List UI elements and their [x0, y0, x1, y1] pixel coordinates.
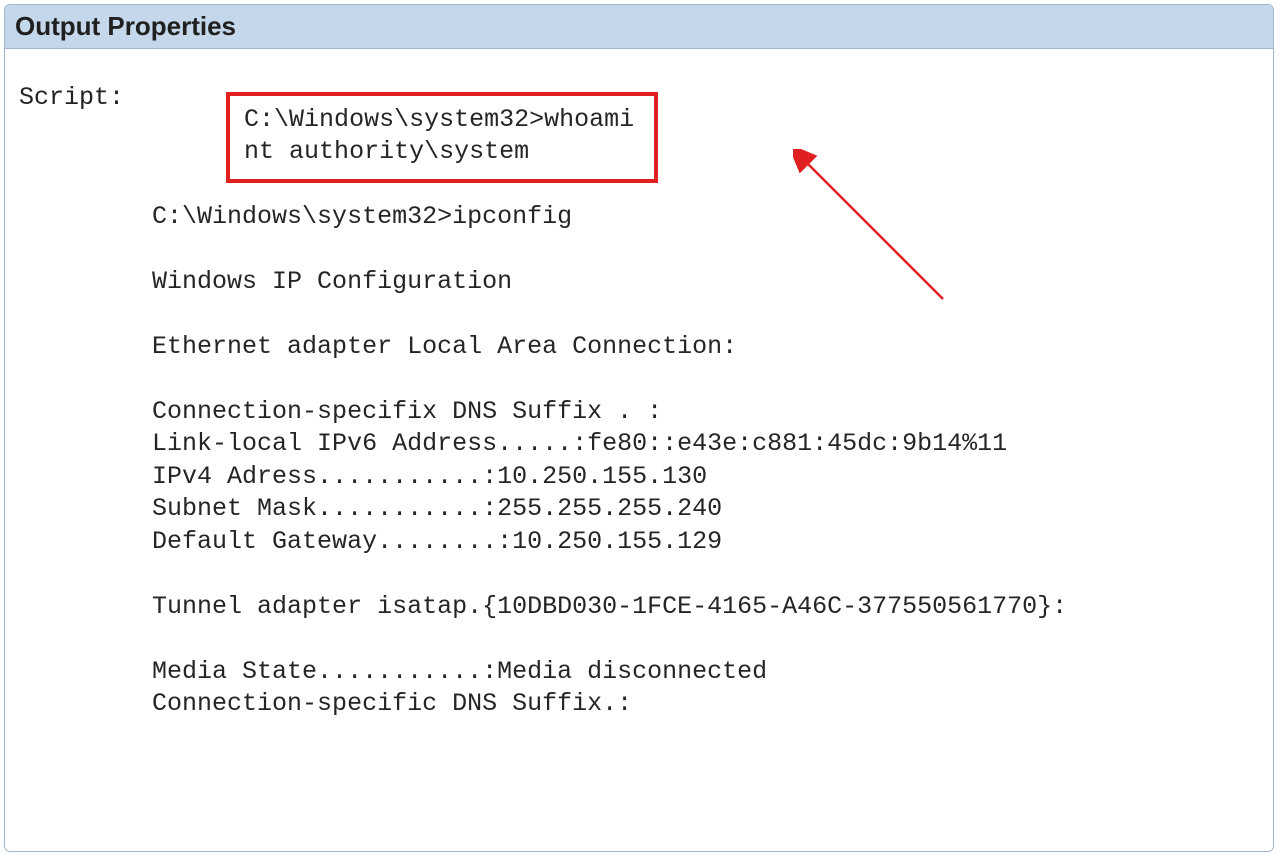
- media-state-line: Media State...........:Media disconnecte…: [152, 657, 767, 686]
- ipconfig-header-line: Windows IP Configuration: [152, 267, 512, 296]
- tunnel-adapter-line: Tunnel adapter isatap.{10DBD030-1FCE-416…: [152, 592, 1067, 621]
- whoami-result-line: nt authority\system: [244, 137, 529, 166]
- panel-body: Script: C:\Windows\system32>whoami nt au…: [5, 49, 1273, 767]
- whoami-highlight-box: C:\Windows\system32>whoami nt authority\…: [226, 92, 658, 183]
- ipv6-address-line: Link-local IPv6 Address.....:fe80::e43e:…: [152, 429, 1007, 458]
- ipconfig-command-line: C:\Windows\system32>ipconfig: [152, 202, 572, 231]
- script-output: C:\Windows\system32>whoami nt authority\…: [152, 69, 1067, 753]
- ethernet-adapter-line: Ethernet adapter Local Area Connection:: [152, 332, 737, 361]
- subnet-mask-line: Subnet Mask...........:255.255.255.240: [152, 494, 722, 523]
- default-gateway-line: Default Gateway........:10.250.155.129: [152, 527, 722, 556]
- ipv4-address-line: IPv4 Adress...........:10.250.155.130: [152, 462, 707, 491]
- output-properties-panel: Output Properties Script: C:\Windows\sys…: [4, 4, 1274, 852]
- whoami-command-line: C:\Windows\system32>whoami: [244, 105, 634, 134]
- script-label: Script:: [19, 69, 124, 112]
- dns-suffix-line: Connection-specifix DNS Suffix . :: [152, 397, 662, 426]
- dns-suffix2-line: Connection-specific DNS Suffix.:: [152, 689, 632, 718]
- panel-title: Output Properties: [5, 5, 1273, 49]
